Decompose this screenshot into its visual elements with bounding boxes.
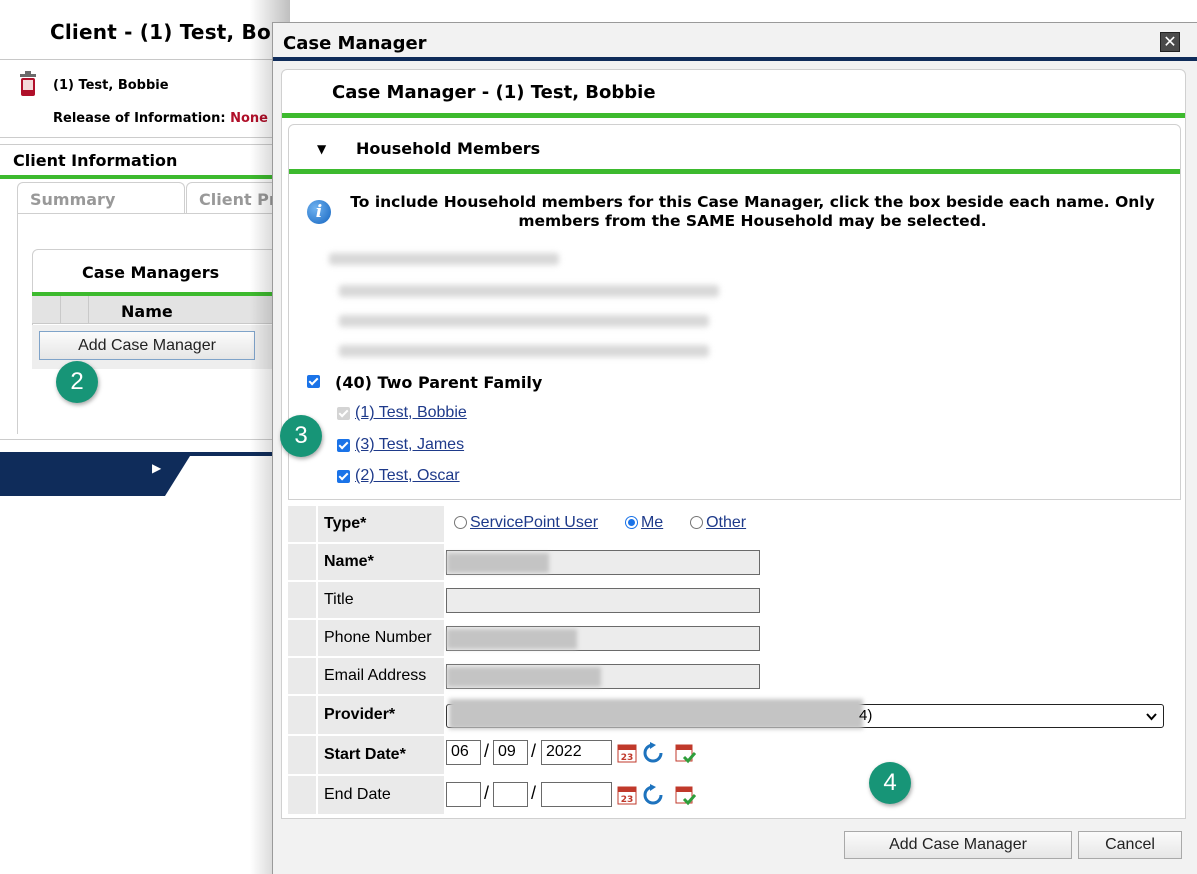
- household-info-text: To include Household members for this Ca…: [350, 193, 1155, 230]
- svg-text:23: 23: [621, 753, 634, 763]
- phone-row: Phone Number: [288, 620, 1181, 656]
- nav-tab[interactable]: [0, 456, 190, 496]
- provider-value-suffix: 4): [859, 707, 873, 724]
- chevron-down-icon: [1146, 713, 1157, 721]
- start-month-input[interactable]: 06: [446, 740, 481, 765]
- release-of-information: Release of Information: None: [53, 111, 268, 126]
- redacted-household-list: [309, 245, 739, 365]
- section-divider: [289, 169, 1180, 174]
- household-members-title[interactable]: Household Members: [356, 139, 540, 158]
- trash-icon[interactable]: [18, 70, 38, 98]
- member-link[interactable]: (2) Test, Oscar: [355, 467, 460, 485]
- title-row: Title: [288, 582, 1181, 618]
- type-option-other[interactable]: Other: [706, 514, 746, 531]
- type-option-servicepoint-user[interactable]: ServicePoint User: [470, 514, 598, 531]
- section-divider: [282, 113, 1185, 118]
- provider-label: Provider*: [318, 696, 444, 734]
- start-day-input[interactable]: 09: [493, 740, 528, 765]
- calendar-icon[interactable]: 23: [616, 742, 638, 764]
- svg-text:23: 23: [621, 795, 634, 805]
- phone-label: Phone Number: [318, 620, 444, 656]
- member-checkbox[interactable]: [337, 439, 350, 452]
- roi-label: Release of Information:: [53, 111, 226, 126]
- end-date-label: End Date: [318, 776, 444, 814]
- case-manager-dialog: Case Manager ✕ Case Manager - (1) Test, …: [272, 22, 1197, 874]
- type-row: Type* ServicePoint User Me Other: [288, 506, 1181, 542]
- member-link[interactable]: (3) Test, James: [355, 436, 464, 454]
- name-row: Name*: [288, 544, 1181, 580]
- name-field[interactable]: [446, 550, 760, 575]
- member-checkbox: [337, 407, 350, 420]
- cancel-button[interactable]: Cancel: [1078, 831, 1182, 859]
- reset-icon[interactable]: [642, 784, 664, 806]
- provider-row: Provider* 4): [288, 696, 1181, 734]
- household-group-checkbox[interactable]: [307, 373, 320, 391]
- collapse-triangle-icon[interactable]: ▼: [317, 142, 326, 156]
- type-option-me[interactable]: Me: [641, 514, 663, 531]
- step-badge-4: 4: [869, 762, 911, 804]
- household-members-panel: ▼ Household Members i To include Househo…: [288, 124, 1181, 500]
- step-badge-3: 3: [280, 415, 322, 457]
- title-field[interactable]: [446, 588, 760, 613]
- dialog-footer-divider: [281, 818, 1186, 819]
- household-group-label: (40) Two Parent Family: [335, 373, 543, 392]
- radio-me[interactable]: [624, 516, 638, 530]
- calendar-today-icon[interactable]: [674, 784, 696, 806]
- start-year-input[interactable]: 2022: [541, 740, 612, 765]
- email-field[interactable]: [446, 664, 760, 689]
- client-name: (1) Test, Bobbie: [53, 78, 169, 93]
- tab-summary[interactable]: Summary: [17, 182, 185, 214]
- column-header-name[interactable]: Name: [121, 302, 173, 321]
- chevron-right-icon: ▶: [152, 461, 162, 475]
- calendar-icon[interactable]: 23: [616, 784, 638, 806]
- email-label: Email Address: [318, 658, 444, 694]
- radio-other[interactable]: [690, 516, 704, 530]
- start-date-label: Start Date*: [318, 736, 444, 774]
- end-date-row: End Date / / 23: [288, 776, 1181, 814]
- start-date-row: Start Date* 06 / 09 / 2022 23: [288, 736, 1181, 774]
- end-year-input[interactable]: [541, 782, 612, 807]
- radio-servicepoint-user[interactable]: [454, 516, 467, 530]
- reset-icon[interactable]: [642, 742, 664, 764]
- add-case-manager-button[interactable]: Add Case Manager: [39, 331, 255, 360]
- end-month-input[interactable]: [446, 782, 481, 807]
- column-divider: [88, 296, 89, 324]
- dialog-title: Case Manager: [283, 33, 427, 54]
- end-day-input[interactable]: [493, 782, 528, 807]
- type-radio-group: ServicePoint User Me Other: [454, 514, 746, 532]
- step-badge-2: 2: [56, 361, 98, 403]
- name-label: Name*: [318, 544, 444, 580]
- info-icon: i: [307, 200, 331, 224]
- email-row: Email Address: [288, 658, 1181, 694]
- dialog-title-divider: [273, 57, 1197, 61]
- dialog-body: Case Manager - (1) Test, Bobbie ▼ Househ…: [281, 69, 1186, 819]
- title-label: Title: [318, 582, 444, 618]
- calendar-today-icon[interactable]: [674, 742, 696, 764]
- member-link[interactable]: (1) Test, Bobbie: [355, 404, 467, 422]
- member-checkbox[interactable]: [337, 470, 350, 483]
- case-managers-title: Case Managers: [82, 263, 220, 282]
- phone-field[interactable]: [446, 626, 760, 651]
- provider-select[interactable]: 4): [446, 699, 1164, 729]
- client-information-title: Client Information: [13, 151, 178, 170]
- add-case-manager-submit-button[interactable]: Add Case Manager: [844, 831, 1072, 859]
- type-label: Type*: [318, 506, 444, 542]
- column-divider: [60, 296, 61, 324]
- dialog-subtitle: Case Manager - (1) Test, Bobbie: [332, 82, 656, 103]
- close-icon[interactable]: ✕: [1160, 32, 1180, 52]
